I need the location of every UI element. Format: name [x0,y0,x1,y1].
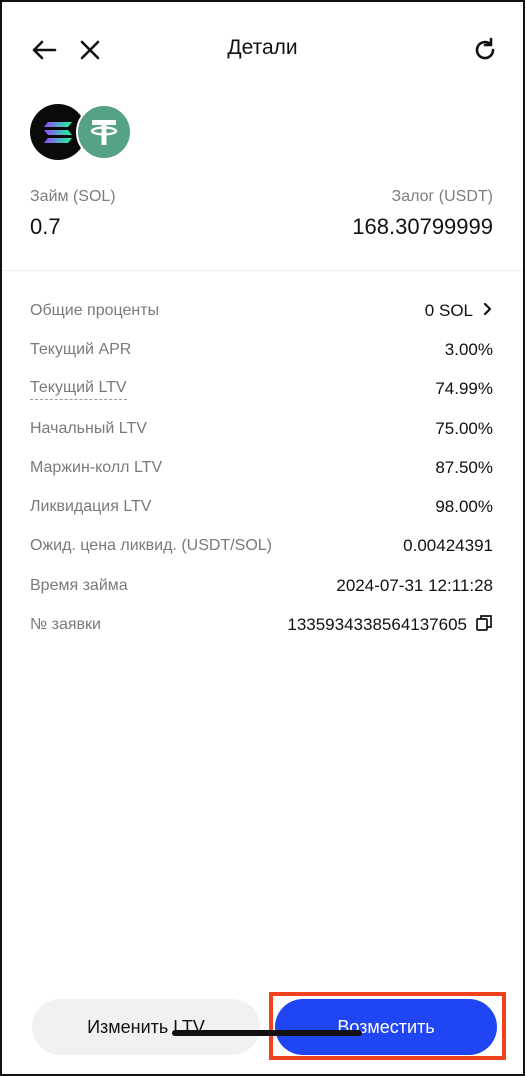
detail-label: Текущий APR [30,340,132,358]
detail-value: 2024-07-31 12:11:28 [336,575,493,595]
header: Детали [2,22,523,78]
detail-value: 0 SOL [424,300,473,320]
detail-label: Маржин-колл LTV [30,458,163,476]
detail-label: Ожид. цена ликвид. (USDT/SOL) [30,537,272,555]
detail-label-tooltip[interactable]: Текущий LTV [30,379,127,400]
copy-icon[interactable] [475,614,493,637]
loan-value: 0.7 [30,214,61,239]
detail-value: 87.50% [435,457,493,477]
loan-label: Займ (SOL) [30,188,116,205]
detail-label: Ликвидация LTV [30,498,152,516]
detail-value: 0.00424391 [403,536,493,556]
page-title: Детали [227,36,298,59]
detail-label: Начальный LTV [30,419,147,437]
refresh-icon[interactable] [465,30,505,70]
tether-icon [76,104,132,160]
repay-button[interactable]: Возместить [275,999,497,1055]
detail-value: 75.00% [435,418,493,438]
divider [2,270,523,271]
detail-value: 98.00% [435,497,493,517]
detail-label: № заявки [30,616,101,634]
detail-row-current-ltv: Текущий LTV 74.99% [30,370,493,409]
detail-row-total-interest[interactable]: Общие проценты 0 SOL [30,291,493,330]
collateral-value: 168.30799999 [352,214,493,239]
detail-value: 1335934338564137605 [287,615,467,635]
loan-summary: Займ (SOL) 0.7 Залог (USDT) 168.30799999 [30,188,493,248]
home-indicator [172,1030,362,1036]
collateral-label: Залог (USDT) [391,188,493,205]
detail-label: Время займа [30,576,128,594]
chevron-right-icon [483,301,493,321]
change-ltv-button[interactable]: Изменить LTV [32,999,260,1055]
detail-label: Общие проценты [30,301,160,319]
detail-row-liquidation-ltv: Ликвидация LTV 98.00% [30,487,493,526]
detail-value: 74.99% [435,379,493,399]
screen: Детали Займ (SOL) 0.7 Залог (USDT) 168.3… [0,0,525,1076]
detail-value: 3.00% [444,339,493,359]
coin-pair [30,104,140,160]
loan-details: Общие проценты 0 SOL Текущий APR 3.00% Т… [30,291,493,645]
detail-row-order-id: № заявки 1335934338564137605 [30,605,493,644]
detail-row-initial-ltv: Начальный LTV 75.00% [30,409,493,448]
detail-row-margin-call-ltv: Маржин-колл LTV 87.50% [30,448,493,487]
detail-row-loan-time: Время займа 2024-07-31 12:11:28 [30,566,493,605]
detail-row-liquidation-price: Ожид. цена ликвид. (USDT/SOL) 0.00424391 [30,527,493,566]
detail-row-current-apr: Текущий APR 3.00% [30,330,493,369]
